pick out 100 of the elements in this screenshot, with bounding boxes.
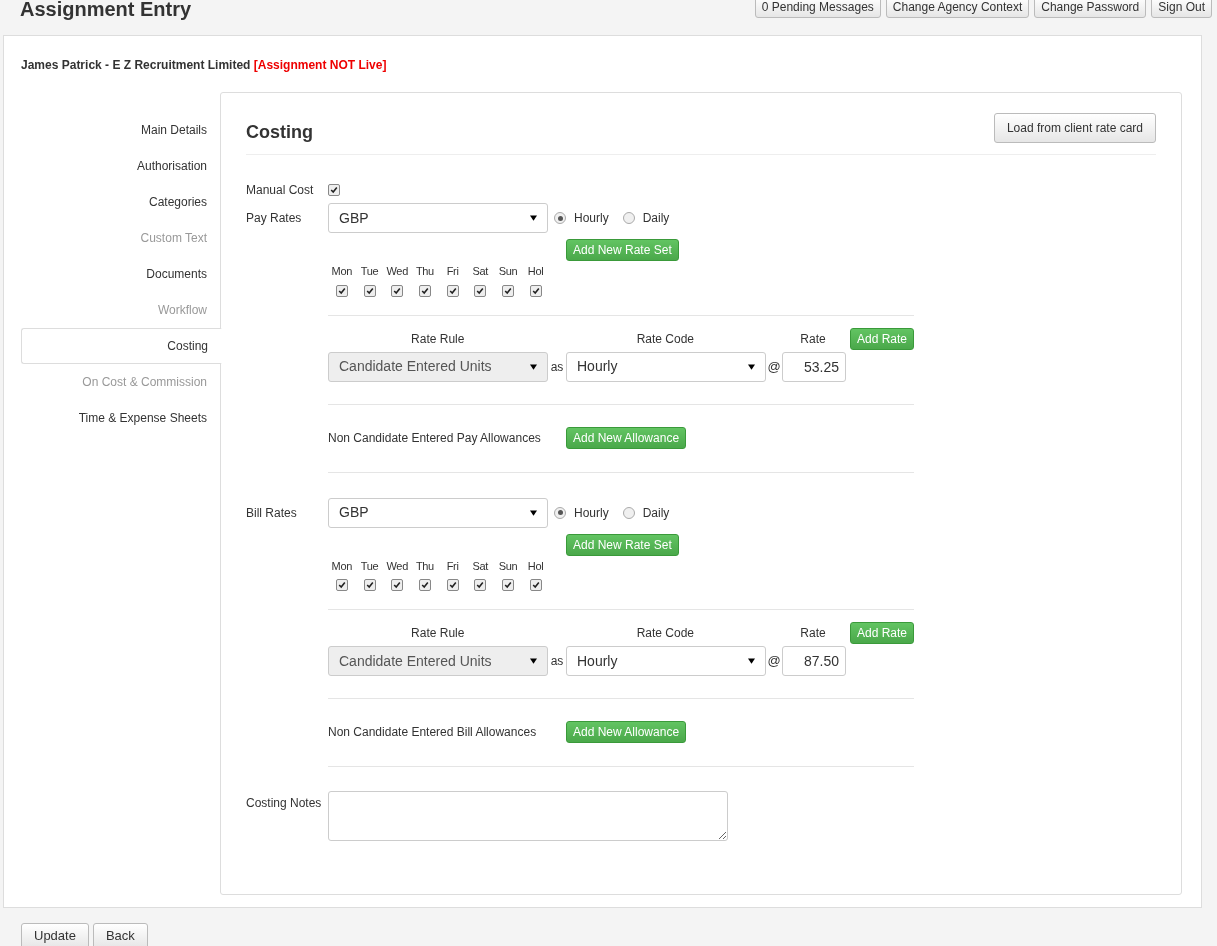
rate-rule-select[interactable]: Candidate Entered Units	[328, 646, 548, 676]
sidebar-item[interactable]: Documents	[21, 256, 221, 292]
checkmark-icon	[393, 581, 402, 589]
connector-text: as	[549, 358, 565, 376]
checkbox[interactable]	[529, 284, 542, 297]
sidebar-item[interactable]: Main Details	[21, 112, 221, 148]
header-button[interactable]: Sign Out	[1151, 0, 1212, 18]
radio-button[interactable]	[622, 506, 635, 519]
dropdown-arrow-icon	[530, 509, 537, 516]
rate-field[interactable]: 87.50	[782, 646, 846, 676]
connector-text: @	[766, 652, 782, 671]
day-label: Tue	[360, 264, 379, 279]
sidebar-item[interactable]: Categories	[21, 184, 221, 220]
day-label: Sat	[472, 558, 489, 574]
checkbox[interactable]	[391, 579, 404, 591]
checkmark-icon	[330, 186, 338, 194]
checkmark-icon	[503, 581, 512, 589]
radio-button[interactable]	[554, 506, 566, 519]
checkmark-icon	[531, 286, 540, 295]
dropdown-arrow-icon	[530, 658, 537, 664]
radio-button[interactable]	[622, 212, 635, 224]
checkbox[interactable]	[418, 284, 431, 297]
column-header: Rate Code	[635, 330, 695, 348]
day-label: Fri	[446, 264, 459, 279]
checkbox[interactable]	[363, 284, 376, 297]
checkbox[interactable]	[501, 579, 514, 591]
currency-select[interactable]: GBP	[328, 203, 548, 233]
checkbox[interactable]	[501, 284, 514, 297]
day-label: Sun	[498, 264, 518, 279]
checkbox[interactable]	[418, 579, 431, 591]
rate-field[interactable]: 53.25	[782, 351, 846, 382]
column-header: Rate	[799, 330, 827, 348]
checkbox[interactable]	[474, 284, 487, 297]
checkbox[interactable]	[335, 579, 348, 591]
sidebar-item[interactable]: Time & Expense Sheets	[21, 400, 221, 436]
checkmark-icon	[476, 581, 485, 589]
page-title: Assignment Entry	[20, 0, 192, 19]
dropdown-arrow-icon	[530, 363, 537, 370]
header-button[interactable]: Change Password	[1034, 0, 1147, 18]
day-label: Wed	[386, 264, 408, 279]
day-label: Hol	[527, 558, 544, 574]
checkmark-icon	[448, 286, 457, 295]
checkmark-icon	[337, 581, 346, 589]
candidate-heading: James Patrick - E Z Recruitment Limited [Assignment NOT Live]	[21, 57, 388, 74]
rate-code-select[interactable]: Hourly	[566, 646, 766, 676]
checkbox[interactable]	[391, 284, 404, 297]
rate-rule-select[interactable]: Candidate Entered Units	[328, 351, 548, 382]
checkbox[interactable]	[446, 284, 459, 297]
checkmark-icon	[365, 286, 374, 295]
checkmark-icon	[476, 286, 485, 295]
checkmark-icon	[365, 581, 374, 589]
checkbox[interactable]	[446, 579, 459, 591]
day-label: Tue	[360, 558, 379, 574]
currency-select[interactable]: GBP	[328, 497, 548, 528]
column-header: Rate Rule	[410, 330, 466, 348]
section-title: Costing	[246, 121, 313, 144]
radio-button[interactable]	[554, 212, 566, 224]
field-label: Costing Notes	[246, 795, 323, 812]
checkmark-icon	[503, 286, 512, 295]
header-button[interactable]: 0 Pending Messages	[754, 0, 881, 18]
checkmark-icon	[420, 286, 429, 295]
column-header: Rate Rule	[410, 625, 466, 642]
field-label: Bill Rates	[246, 504, 298, 522]
checkbox[interactable]	[328, 184, 340, 196]
sidebar-item[interactable]: Authorisation	[21, 148, 221, 184]
load-rate-card-button[interactable]: Load from client rate card	[993, 112, 1156, 143]
day-label: Thu	[415, 264, 434, 279]
checkbox[interactable]	[474, 579, 487, 591]
field-label: Non Candidate Entered Bill Allowances	[328, 724, 538, 741]
checkbox[interactable]	[335, 284, 348, 297]
checkbox[interactable]	[529, 579, 542, 591]
rate-code-select[interactable]: Hourly	[566, 351, 766, 382]
footer-button[interactable]: Update	[21, 923, 89, 946]
day-label: Hol	[527, 264, 544, 279]
day-label: Sun	[498, 558, 518, 574]
day-label: Mon	[331, 264, 353, 279]
day-label: Thu	[415, 558, 434, 574]
checkmark-icon	[420, 581, 429, 589]
day-label: Mon	[331, 558, 353, 574]
dropdown-arrow-icon	[748, 363, 755, 370]
radio-label: Daily	[642, 210, 670, 227]
field-label: Manual Cost	[246, 182, 315, 199]
footer-button[interactable]: Back	[92, 923, 148, 946]
day-label: Sat	[472, 264, 489, 279]
column-header: Rate Code	[635, 625, 695, 642]
field-label: Non Candidate Entered Pay Allowances	[328, 429, 542, 447]
notes-field[interactable]	[328, 791, 728, 841]
field-label: Pay Rates	[246, 210, 303, 227]
checkmark-icon	[393, 286, 402, 295]
radio-label: Daily	[642, 504, 670, 522]
checkmark-icon	[337, 286, 346, 295]
connector-text: as	[549, 653, 565, 670]
dropdown-arrow-icon	[530, 215, 537, 221]
radio-label: Hourly	[574, 210, 609, 227]
header-button[interactable]: Change Agency Context	[885, 0, 1030, 18]
sidebar-item[interactable]: Costing	[21, 328, 222, 364]
checkbox[interactable]	[363, 579, 376, 591]
day-label: Wed	[386, 558, 408, 574]
checkmark-icon	[531, 581, 540, 589]
checkmark-icon	[448, 581, 457, 589]
